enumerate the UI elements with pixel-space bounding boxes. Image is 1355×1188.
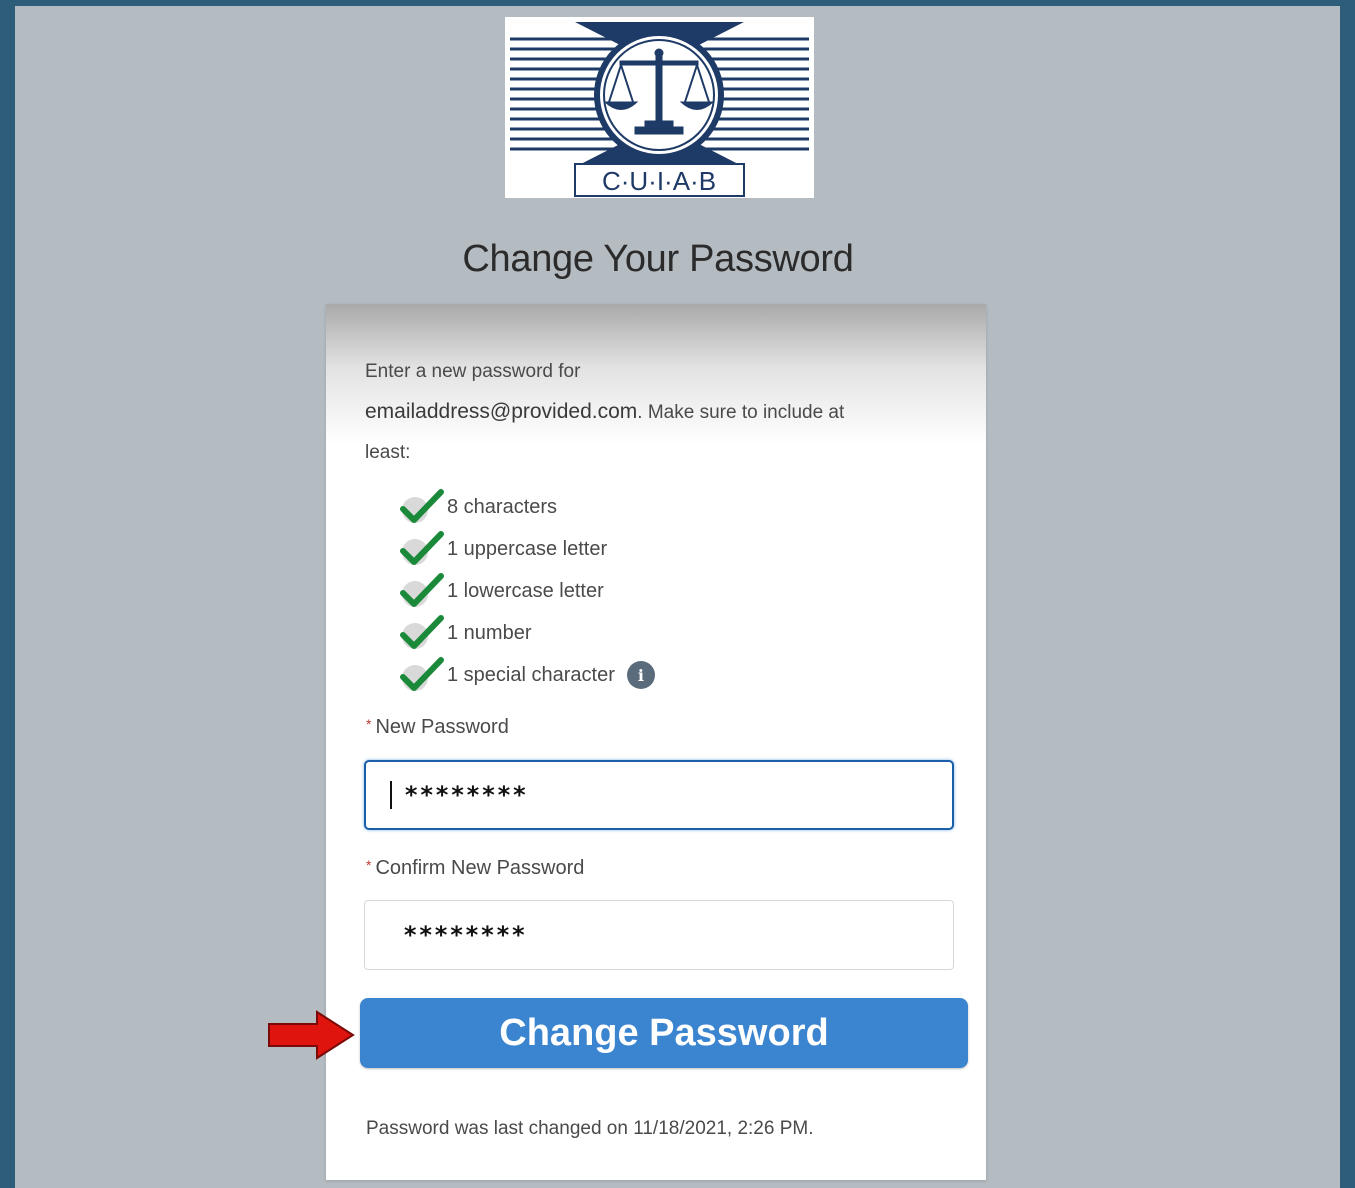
instructions: Enter a new password for emailaddress@pr… [365, 352, 965, 473]
required-asterisk: * [366, 716, 372, 732]
check-icon [400, 657, 444, 691]
password-requirements-list: 8 characters 1 uppercase letter 1 lowerc… [399, 486, 655, 696]
confirm-password-label-text: Confirm New Password [375, 857, 585, 879]
new-password-label-text: New Password [375, 716, 509, 738]
page-title: Change Your Password [462, 238, 854, 280]
check-icon [400, 531, 444, 565]
scales-of-justice-logo: C·U·I·A·B [510, 22, 809, 197]
requirement-label: 1 special character [447, 663, 615, 686]
requirement-item: 8 characters [399, 486, 655, 528]
requirement-item: 1 number [399, 612, 655, 654]
confirm-password-input[interactable]: ******** [364, 900, 954, 970]
instructions-line-2-rest: . Make sure to include at [637, 402, 845, 423]
requirement-label: 1 uppercase letter [447, 537, 608, 560]
requirement-label: 1 number [447, 621, 532, 644]
info-icon[interactable]: i [626, 661, 655, 689]
confirm-password-value: ******** [403, 921, 527, 949]
check-icon [400, 573, 444, 607]
instructions-line-3: least: [365, 442, 411, 463]
logo-wordmark: C·U·I·A·B [602, 166, 716, 196]
requirement-label: 8 characters [447, 495, 558, 518]
new-password-label: * New Password [366, 716, 509, 739]
confirm-password-label: * Confirm New Password [366, 857, 584, 880]
account-email: emailaddress@provided.com [365, 400, 638, 423]
check-icon [400, 489, 444, 523]
change-password-card: Enter a new password for emailaddress@pr… [326, 304, 986, 1180]
requirement-item: 1 lowercase letter [399, 570, 655, 612]
requirement-item: 1 special character i [399, 654, 655, 696]
check-icon [400, 615, 444, 649]
instructions-line-1: Enter a new password for [365, 361, 581, 382]
requirement-item: 1 uppercase letter [399, 528, 655, 570]
red-arrow-annotation [268, 1010, 355, 1060]
instructions-line-2: emailaddress@provided.com. Make sure to … [365, 392, 965, 433]
last-changed-note: Password was last changed on 11/18/2021,… [366, 1118, 814, 1139]
text-cursor [390, 781, 392, 809]
new-password-input[interactable]: ******** [364, 760, 954, 830]
change-password-button[interactable]: Change Password [360, 998, 968, 1068]
requirement-label: 1 lowercase letter [447, 579, 604, 602]
new-password-value: ******** [404, 781, 528, 809]
cuiab-logo: C·U·I·A·B [505, 17, 814, 198]
required-asterisk: * [366, 857, 372, 873]
